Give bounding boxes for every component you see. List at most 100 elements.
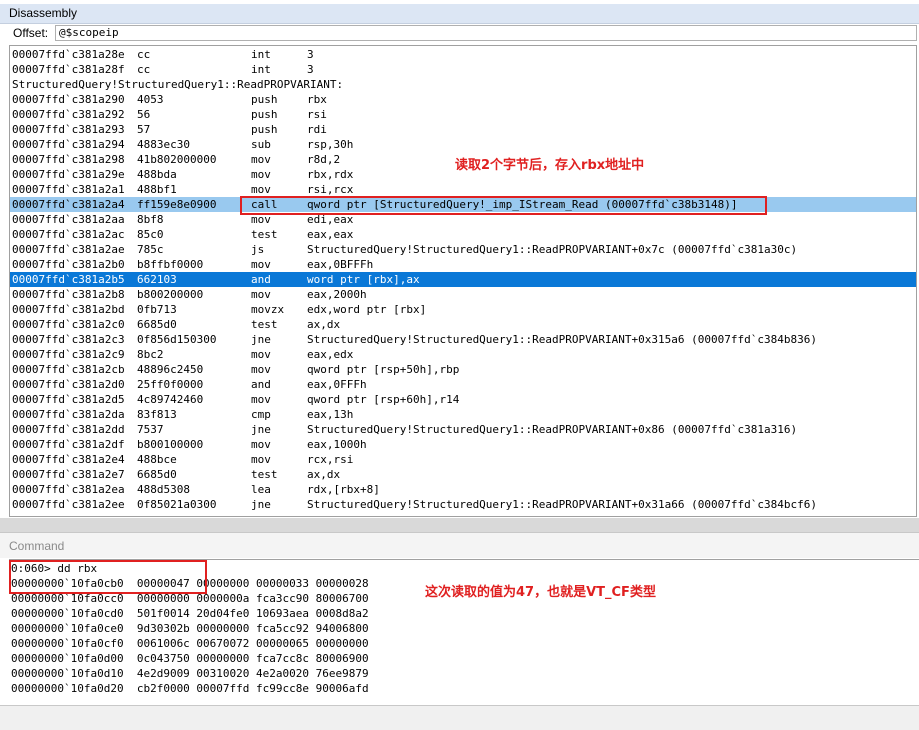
instruction-operands: eax,0FFFh xyxy=(307,378,367,391)
instruction-operands: StructuredQuery!StructuredQuery1::ReadPR… xyxy=(307,333,817,346)
instruction-address: 00007ffd`c381a2e4 xyxy=(12,453,125,466)
instruction-address: 00007ffd`c381a2df xyxy=(12,438,125,451)
offset-bar: Offset: @$scopeip xyxy=(9,25,919,43)
instruction-mnemonic: sub xyxy=(251,138,271,151)
instruction-bytes: 8bc2 xyxy=(137,348,164,361)
instruction-operands: rsi xyxy=(307,108,327,121)
disassembly-row[interactable]: 00007ffd`c381a2c3 0f856d150300 jne Structur… xyxy=(10,332,916,347)
instruction-operands: rsp,30h xyxy=(307,138,354,151)
instruction-address: 00007ffd`c381a28f xyxy=(12,63,125,76)
instruction-address: 00007ffd`c381a2d5 xyxy=(12,393,125,406)
instruction-operands: qword ptr [rsp+60h],r14 xyxy=(307,393,460,406)
instruction-mnemonic: mov xyxy=(251,453,271,466)
instruction-address: 00007ffd`c381a2cb xyxy=(12,363,125,376)
instruction-operands: r8d,2 xyxy=(307,153,341,166)
instruction-bytes: b800100000 xyxy=(137,438,204,451)
disassembly-row[interactable]: 00007ffd`c381a2e4 488bce mov rcx,rsi xyxy=(10,452,916,467)
instruction-bytes: 41b802000000 xyxy=(137,153,217,166)
instruction-mnemonic: int xyxy=(251,48,271,61)
instruction-bytes: 56 xyxy=(137,108,151,121)
symbol-label: StructuredQuery!StructuredQuery1::ReadPR… xyxy=(12,78,344,91)
disassembly-row[interactable]: 00007ffd`c381a2ee 0f85021a0300 jne Structur… xyxy=(10,497,916,512)
instruction-mnemonic: test xyxy=(251,468,278,481)
instruction-operands: eax,edx xyxy=(307,348,354,361)
instruction-address: 00007ffd`c381a2ea xyxy=(12,483,125,496)
command-input-bar[interactable] xyxy=(0,705,919,730)
instruction-mnemonic: mov xyxy=(251,288,271,301)
disassembly-row[interactable]: 00007ffd`c381a293 57 push rdi xyxy=(10,122,916,137)
instruction-address: 00007ffd`c381a298 xyxy=(12,153,125,166)
disassembly-row[interactable]: 00007ffd`c381a2e7 6685d0 test ax,dx xyxy=(10,467,916,482)
instruction-bytes: 4883ec30 xyxy=(137,138,190,151)
instruction-bytes: 57 xyxy=(137,123,151,136)
disassembly-row[interactable]: 00007ffd`c381a2b8 b800200000 mov eax,2000h xyxy=(10,287,916,302)
instruction-address: 00007ffd`c381a2bd xyxy=(12,303,125,316)
instruction-operands: rbx,rdx xyxy=(307,168,354,181)
disassembly-pane-title: Disassembly xyxy=(0,4,919,24)
disassembly-row[interactable]: 00007ffd`c381a294 4883ec30 sub rsp,30h xyxy=(10,137,916,152)
instruction-mnemonic: lea xyxy=(251,483,271,496)
disassembly-row[interactable]: 00007ffd`c381a2ae 785c js StructuredQuery!S… xyxy=(10,242,916,257)
instruction-operands: eax,eax xyxy=(307,228,354,241)
instruction-mnemonic: mov xyxy=(251,168,271,181)
disassembly-row[interactable]: 00007ffd`c381a292 56 push rsi xyxy=(10,107,916,122)
instruction-mnemonic: test xyxy=(251,228,278,241)
offset-input[interactable]: @$scopeip xyxy=(55,25,917,41)
instruction-address: 00007ffd`c381a2b8 xyxy=(12,288,125,301)
disassembly-row[interactable]: 00007ffd`c381a2da 83f813 cmp eax,13h xyxy=(10,407,916,422)
disassembly-row[interactable]: 00007ffd`c381a2ea 488d5308 lea rdx,[rbx+8] xyxy=(10,482,916,497)
instruction-address: 00007ffd`c381a292 xyxy=(12,108,125,121)
instruction-operands: 3 xyxy=(307,48,314,61)
disassembly-row[interactable]: 00007ffd`c381a2bd 0fb713 movzx edx,word ptr… xyxy=(10,302,916,317)
memory-dump-line: 00000000`10fa0ce0 9d30302b 00000000 fca5… xyxy=(11,622,369,635)
instruction-bytes: 25ff0f0000 xyxy=(137,378,204,391)
disassembly-row[interactable]: 00007ffd`c381a28f cc int 3 xyxy=(10,62,916,77)
instruction-address: 00007ffd`c381a28e xyxy=(12,48,125,61)
symbol-label-row[interactable]: StructuredQuery!StructuredQuery1::ReadPR… xyxy=(10,77,916,92)
disassembly-row[interactable]: 00007ffd`c381a2dd 7537 jne StructuredQuery!… xyxy=(10,422,916,437)
offset-label: Offset: xyxy=(13,26,49,40)
instruction-operands: StructuredQuery!StructuredQuery1::ReadPR… xyxy=(307,423,798,436)
disassembly-row[interactable]: 00007ffd`c381a2b0 b8ffbf0000 mov eax,0BFFFh xyxy=(10,257,916,272)
disassembly-row[interactable]: 00007ffd`c381a2d5 4c89742460 mov qword ptr … xyxy=(10,392,916,407)
instruction-address: 00007ffd`c381a2ae xyxy=(12,243,125,256)
instruction-address: 00007ffd`c381a2ee xyxy=(12,498,125,511)
instruction-bytes: 83f813 xyxy=(137,408,177,421)
instruction-address: 00007ffd`c381a2b5 xyxy=(12,273,125,286)
instruction-address: 00007ffd`c381a290 xyxy=(12,93,125,106)
instruction-bytes: b8ffbf0000 xyxy=(137,258,204,271)
disassembly-row[interactable]: 00007ffd`c381a290 4053 push rbx xyxy=(10,92,916,107)
disassembly-row[interactable]: 00007ffd`c381a2a1 488bf1 mov rsi,rcx xyxy=(10,182,916,197)
instruction-mnemonic: jne xyxy=(251,498,271,511)
disassembly-row[interactable]: 00007ffd`c381a2d0 25ff0f0000 and eax,0FFFh xyxy=(10,377,916,392)
instruction-address: 00007ffd`c381a2da xyxy=(12,408,125,421)
disassembly-row[interactable]: 00007ffd`c381a2c0 6685d0 test ax,dx xyxy=(10,317,916,332)
instruction-address: 00007ffd`c381a2a1 xyxy=(12,183,125,196)
instruction-address: 00007ffd`c381a2e7 xyxy=(12,468,125,481)
instruction-bytes: b800200000 xyxy=(137,288,204,301)
instruction-address: 00007ffd`c381a293 xyxy=(12,123,125,136)
disassembly-listing[interactable]: 00007ffd`c381a28e cc int 3 00007ffd`c381a28f… xyxy=(9,45,917,517)
disassembly-row[interactable]: 00007ffd`c381a2df b800100000 mov eax,1000h xyxy=(10,437,916,452)
memory-dump-line: 00000000`10fa0d20 cb2f0000 00007ffd fc99… xyxy=(11,682,369,695)
instruction-mnemonic: push xyxy=(251,93,278,106)
instruction-mnemonic: push xyxy=(251,108,278,121)
instruction-bytes: ff159e8e0900 xyxy=(137,198,217,211)
instruction-operands: qword ptr [rsp+50h],rbp xyxy=(307,363,460,376)
instruction-bytes: cc xyxy=(137,48,151,61)
disassembly-row[interactable]: 00007ffd`c381a2b5 662103 and word ptr [rbx]… xyxy=(10,272,916,287)
instruction-mnemonic: mov xyxy=(251,183,271,196)
instruction-bytes: 0fb713 xyxy=(137,303,177,316)
disassembly-row[interactable]: 00007ffd`c381a2ac 85c0 test eax,eax xyxy=(10,227,916,242)
instruction-bytes: 85c0 xyxy=(137,228,164,241)
pane-splitter[interactable] xyxy=(0,518,919,532)
instruction-address: 00007ffd`c381a2c9 xyxy=(12,348,125,361)
instruction-bytes: 8bf8 xyxy=(137,213,164,226)
disassembly-row[interactable]: 00007ffd`c381a2cb 48896c2450 mov qword ptr … xyxy=(10,362,916,377)
disassembly-row[interactable]: 00007ffd`c381a2c9 8bc2 mov eax,edx xyxy=(10,347,916,362)
instruction-address: 00007ffd`c381a2b0 xyxy=(12,258,125,271)
instruction-address: 00007ffd`c381a2ac xyxy=(12,228,125,241)
disassembly-row[interactable]: 00007ffd`c381a28e cc int 3 xyxy=(10,47,916,62)
instruction-bytes: 6685d0 xyxy=(137,318,177,331)
instruction-address: 00007ffd`c381a2d0 xyxy=(12,378,125,391)
